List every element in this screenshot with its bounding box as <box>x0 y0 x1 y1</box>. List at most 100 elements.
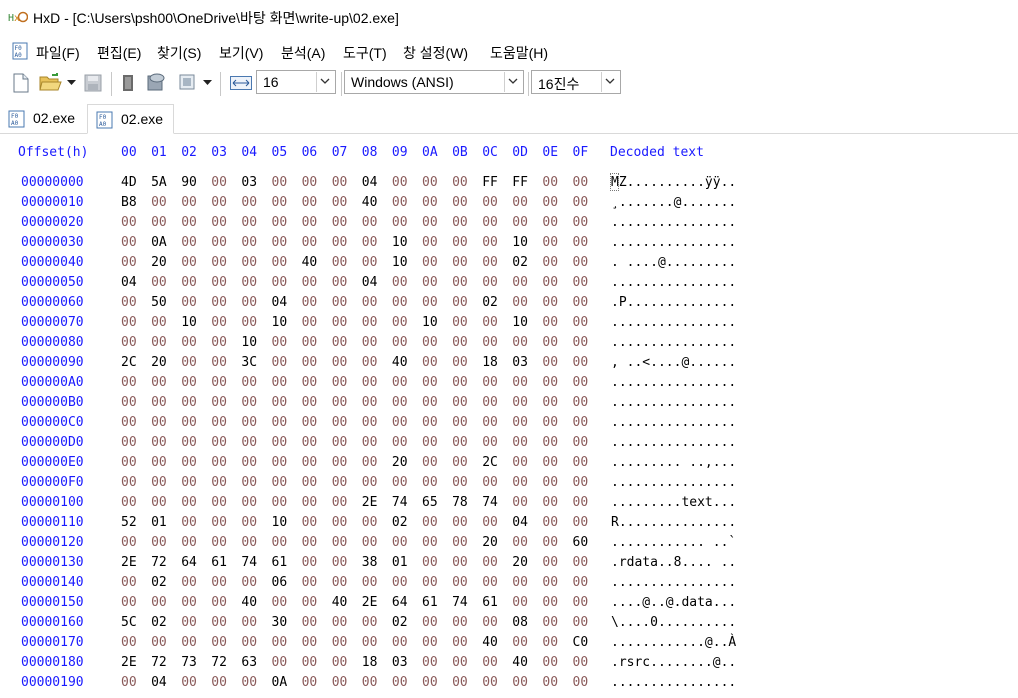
hex-byte-cell[interactable]: 00 <box>482 675 498 690</box>
hex-byte-cell[interactable]: 00 <box>272 215 288 230</box>
hex-byte-cell[interactable]: 00 <box>452 275 468 290</box>
hex-byte-cell[interactable]: 00 <box>151 455 167 470</box>
hex-byte-cell[interactable]: 00 <box>422 475 438 490</box>
hex-byte-cell[interactable]: 00 <box>181 335 197 350</box>
hex-byte-cell[interactable]: 00 <box>422 375 438 390</box>
hex-byte-cell[interactable]: 00 <box>302 635 318 650</box>
hex-byte-cell[interactable]: 00 <box>241 415 257 430</box>
hex-byte-cell[interactable]: 00 <box>272 275 288 290</box>
hex-byte-cell[interactable]: 00 <box>422 215 438 230</box>
hex-byte-cell[interactable]: 00 <box>302 195 318 210</box>
decoded-text-cell[interactable]: ................ <box>611 215 736 230</box>
hex-byte-cell[interactable]: 00 <box>211 595 227 610</box>
hex-byte-cell[interactable]: 00 <box>362 515 378 530</box>
hex-byte-cell[interactable]: 00 <box>181 395 197 410</box>
hex-byte-cell[interactable]: 00 <box>542 635 558 650</box>
hex-byte-cell[interactable]: 00 <box>332 415 348 430</box>
hex-byte-cell[interactable]: 00 <box>542 395 558 410</box>
hex-byte-cell[interactable]: 00 <box>332 515 348 530</box>
hex-byte-cell[interactable]: 00 <box>392 415 408 430</box>
hex-byte-cell[interactable]: 61 <box>422 595 438 610</box>
hex-byte-cell[interactable]: 00 <box>181 535 197 550</box>
hex-byte-cell[interactable]: 00 <box>332 395 348 410</box>
hex-byte-cell[interactable]: 00 <box>573 235 589 250</box>
hex-byte-cell[interactable]: 00 <box>181 415 197 430</box>
hex-byte-cell[interactable]: 00 <box>452 195 468 210</box>
hex-byte-cell[interactable]: 04 <box>362 275 378 290</box>
hex-byte-cell[interactable]: 00 <box>573 595 589 610</box>
hex-byte-cell[interactable]: 00 <box>573 215 589 230</box>
hex-byte-cell[interactable]: 00 <box>542 455 558 470</box>
hex-byte-cell[interactable]: 00 <box>422 295 438 310</box>
hex-byte-cell[interactable]: 00 <box>332 275 348 290</box>
hex-byte-cell[interactable]: 00 <box>573 335 589 350</box>
hex-byte-cell[interactable]: 00 <box>573 675 589 690</box>
hex-byte-cell[interactable]: 00 <box>392 435 408 450</box>
hex-byte-cell[interactable]: 00 <box>211 355 227 370</box>
hex-byte-cell[interactable]: 00 <box>332 375 348 390</box>
hex-byte-cell[interactable]: 00 <box>241 495 257 510</box>
hex-byte-cell[interactable]: 00 <box>452 635 468 650</box>
hex-byte-cell[interactable]: 04 <box>362 175 378 190</box>
hex-byte-cell[interactable]: 00 <box>422 635 438 650</box>
hex-byte-cell[interactable]: 00 <box>241 455 257 470</box>
hex-byte-cell[interactable]: 00 <box>362 455 378 470</box>
hex-byte-cell[interactable]: 00 <box>181 495 197 510</box>
hex-byte-cell[interactable]: 00 <box>512 335 528 350</box>
hex-byte-cell[interactable]: 00 <box>151 595 167 610</box>
chevron-down-icon[interactable] <box>203 80 212 86</box>
hex-byte-cell[interactable]: 00 <box>211 255 227 270</box>
hex-byte-cell[interactable]: 63 <box>241 655 257 670</box>
hex-byte-cell[interactable]: 00 <box>573 255 589 270</box>
hex-byte-cell[interactable]: 00 <box>482 395 498 410</box>
hex-byte-cell[interactable]: 65 <box>422 495 438 510</box>
offset-base-select[interactable]: 16진수 <box>531 70 621 94</box>
hex-byte-cell[interactable]: 00 <box>302 435 318 450</box>
hex-byte-cell[interactable]: 00 <box>542 535 558 550</box>
hex-byte-cell[interactable]: 00 <box>332 235 348 250</box>
open-disk-icon[interactable] <box>146 72 166 92</box>
hex-byte-cell[interactable]: 00 <box>241 395 257 410</box>
hex-byte-cell[interactable]: 10 <box>241 335 257 350</box>
decoded-text-cell[interactable]: R............... <box>611 515 736 530</box>
hex-byte-cell[interactable]: 00 <box>452 515 468 530</box>
hex-byte-cell[interactable]: 00 <box>362 315 378 330</box>
hex-byte-cell[interactable]: 00 <box>332 635 348 650</box>
hex-byte-cell[interactable]: 2E <box>362 595 378 610</box>
hex-byte-cell[interactable]: 00 <box>121 595 137 610</box>
hex-byte-cell[interactable]: 00 <box>241 235 257 250</box>
file-properties-icon[interactable] <box>120 74 136 92</box>
hex-byte-cell[interactable]: 00 <box>302 375 318 390</box>
hex-byte-cell[interactable]: 00 <box>482 315 498 330</box>
hex-byte-cell[interactable]: FF <box>512 175 528 190</box>
hex-byte-cell[interactable]: 00 <box>181 595 197 610</box>
hex-byte-cell[interactable]: 00 <box>512 495 528 510</box>
hex-byte-cell[interactable]: 00 <box>272 595 288 610</box>
dropdown-button[interactable] <box>601 72 619 92</box>
hex-byte-cell[interactable]: 01 <box>392 555 408 570</box>
hex-byte-cell[interactable]: 00 <box>542 515 558 530</box>
hex-byte-cell[interactable]: 00 <box>302 515 318 530</box>
hex-byte-cell[interactable]: 00 <box>422 555 438 570</box>
hex-byte-cell[interactable]: 00 <box>542 435 558 450</box>
hex-byte-cell[interactable]: 00 <box>573 515 589 530</box>
menu-help[interactable]: 도움말(H) <box>490 43 548 63</box>
hex-byte-cell[interactable]: 40 <box>392 355 408 370</box>
hex-byte-cell[interactable]: 00 <box>241 515 257 530</box>
hex-byte-cell[interactable]: 00 <box>151 375 167 390</box>
dropdown-button[interactable] <box>504 72 522 92</box>
hex-byte-cell[interactable]: 00 <box>332 355 348 370</box>
decoded-text-cell[interactable]: ................ <box>611 575 736 590</box>
hex-byte-cell[interactable]: 00 <box>573 355 589 370</box>
hex-byte-cell[interactable]: 00 <box>482 555 498 570</box>
hex-byte-cell[interactable]: 00 <box>241 315 257 330</box>
hex-byte-cell[interactable]: 04 <box>272 295 288 310</box>
hex-byte-cell[interactable]: 04 <box>151 675 167 690</box>
hex-byte-cell[interactable]: 00 <box>121 435 137 450</box>
hex-byte-cell[interactable]: 00 <box>542 555 558 570</box>
hex-byte-cell[interactable]: 00 <box>452 235 468 250</box>
hex-byte-cell[interactable]: 00 <box>302 295 318 310</box>
hex-byte-cell[interactable]: 00 <box>241 375 257 390</box>
hex-byte-cell[interactable]: 00 <box>332 215 348 230</box>
encoding-select[interactable]: Windows (ANSI) <box>344 70 524 94</box>
